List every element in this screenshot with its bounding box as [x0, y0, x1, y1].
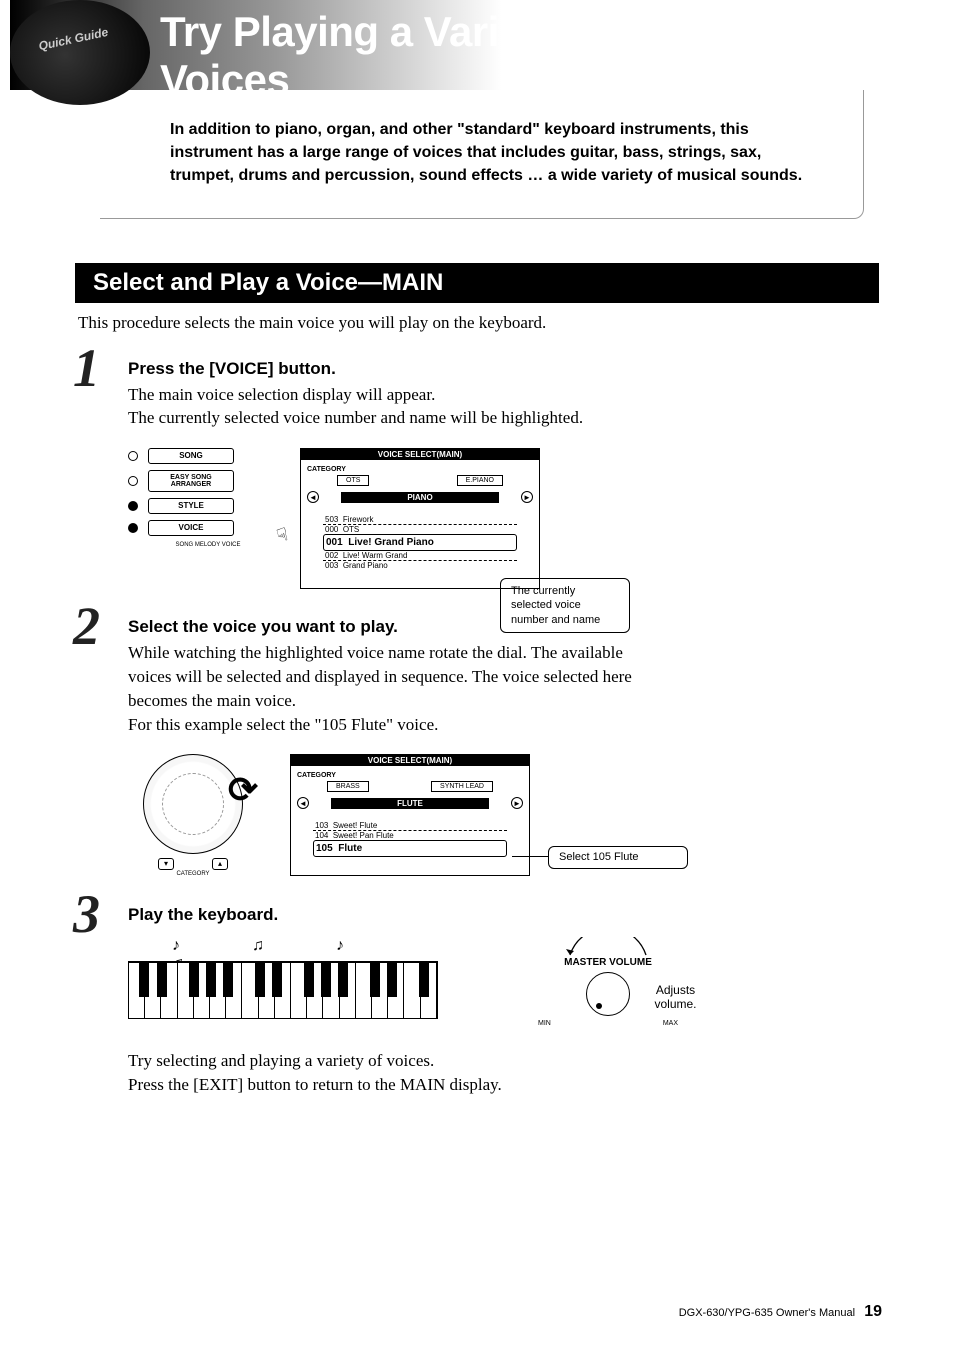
- step-title: Press the [VOICE] button.: [128, 359, 864, 379]
- step-number: 2: [73, 595, 100, 657]
- dial-down-button[interactable]: ▾: [158, 858, 174, 870]
- step-body: While watching the highlighted voice nam…: [128, 641, 668, 736]
- lcd-title: VOICE SELECT(MAIN): [291, 755, 529, 766]
- piano-keys-icon: [128, 961, 438, 1019]
- dial-caption: CATEGORY: [128, 871, 258, 877]
- lcd-screen-1: VOICE SELECT(MAIN) CATEGORY ◄ OTS E.PIAN…: [300, 448, 540, 589]
- logo-text: Quick Guide: [37, 25, 109, 53]
- volume-max: MAX: [663, 1020, 678, 1027]
- lcd-screen-2: VOICE SELECT(MAIN) CATEGORY ◄ BRASS SYNT…: [290, 754, 530, 876]
- callout-2: Select 105 Flute: [548, 846, 688, 868]
- category-label: CATEGORY: [297, 772, 523, 779]
- step-title: Play the keyboard.: [128, 905, 864, 925]
- list-item: 003 Grand Piano: [323, 561, 517, 570]
- list-item: 104 Sweet! Pan Flute: [313, 831, 507, 840]
- button-panel: SONG EASY SONG ARRANGER STYLE VOICE SONG…: [128, 448, 268, 548]
- volume-arc-icon: [558, 937, 658, 957]
- volume-min: MIN: [538, 1020, 551, 1027]
- volume-knob: MASTER VOLUME MIN MAX Adjusts volume.: [508, 937, 708, 1027]
- panel-style-button[interactable]: STYLE: [148, 498, 234, 514]
- diagram-step3: ♪ ♫ ♪ ♫ MASTER VOLUME MIN MAX: [128, 937, 954, 1027]
- led-icon: [128, 451, 138, 461]
- led-icon: [128, 476, 138, 486]
- led-icon: [128, 501, 138, 511]
- quickguide-logo: Quick Guide: [10, 0, 150, 105]
- step-1: 1 Press the [VOICE] button. The main voi…: [78, 359, 864, 431]
- step-title: Select the voice you want to play.: [128, 617, 864, 637]
- tab-right: E.PIANO: [457, 475, 503, 486]
- page-number: 19: [864, 1303, 882, 1320]
- step-body: The main voice selection display will ap…: [128, 383, 864, 431]
- music-notes-icon: ♪ ♫ ♪ ♫: [128, 937, 438, 961]
- list-item: 000 OTS: [323, 525, 517, 534]
- prev-category-icon[interactable]: ◄: [297, 797, 309, 809]
- step-2: 2 Select the voice you want to play. Whi…: [78, 617, 864, 736]
- tab-main: FLUTE: [331, 798, 489, 809]
- tab-left: BRASS: [327, 781, 369, 792]
- voice-list: 103 Sweet! Flute 104 Sweet! Pan Flute 10…: [313, 821, 507, 857]
- cursor-hand-icon: ☟: [275, 524, 291, 547]
- page-title: Try Playing a Variety of Instrument Voic…: [160, 8, 904, 104]
- list-item: 002 Live! Warm Grand: [323, 551, 517, 561]
- next-category-icon[interactable]: ►: [511, 797, 523, 809]
- tab-main: PIANO: [341, 492, 499, 503]
- volume-callout: Adjusts volume.: [643, 983, 708, 1011]
- led-icon: [128, 523, 138, 533]
- step-number: 3: [73, 883, 100, 945]
- dial-control: ⟳ ▾ ▴ CATEGORY: [128, 754, 258, 877]
- footer: DGX-630/YPG-635 Owner's Manual 19: [679, 1303, 882, 1321]
- prev-category-icon[interactable]: ◄: [307, 491, 319, 503]
- lcd-title: VOICE SELECT(MAIN): [301, 449, 539, 460]
- list-item-selected: 001 Live! Grand Piano: [323, 534, 517, 551]
- list-item: 503 Firework: [323, 515, 517, 525]
- tab-left: OTS: [337, 475, 369, 486]
- volume-label: MASTER VOLUME: [508, 957, 708, 968]
- section-heading: Select and Play a Voice—MAIN: [75, 263, 879, 303]
- tab-right: SYNTH LEAD: [431, 781, 493, 792]
- step-number: 1: [73, 337, 100, 399]
- category-label: CATEGORY: [307, 466, 533, 473]
- panel-caption: SONG MELODY VOICE: [148, 542, 268, 548]
- step-3: 3 Play the keyboard.: [78, 905, 864, 925]
- panel-song-button[interactable]: SONG: [148, 448, 234, 464]
- next-category-icon[interactable]: ►: [521, 491, 533, 503]
- list-item-selected: 105 Flute: [313, 840, 507, 857]
- intro-box: In addition to piano, organ, and other "…: [100, 90, 864, 219]
- footer-text: DGX-630/YPG-635 Owner's Manual: [679, 1307, 855, 1319]
- closing-text: Try selecting and playing a variety of v…: [128, 1049, 864, 1097]
- dial-rotate-icon: ⟳: [228, 769, 258, 811]
- voice-list: 503 Firework 000 OTS 001 Live! Grand Pia…: [323, 515, 517, 570]
- panel-easysong-button[interactable]: EASY SONG ARRANGER: [148, 470, 234, 492]
- section-intro: This procedure selects the main voice yo…: [78, 313, 864, 333]
- keyboard-illustration: ♪ ♫ ♪ ♫: [128, 937, 438, 1019]
- header-bar: Quick Guide Try Playing a Variety of Ins…: [10, 0, 904, 90]
- list-item: 103 Sweet! Flute: [313, 821, 507, 831]
- dial[interactable]: ⟳: [143, 754, 243, 854]
- diagram-step1: SONG EASY SONG ARRANGER STYLE VOICE SONG…: [128, 448, 954, 589]
- volume-dial[interactable]: [586, 972, 630, 1016]
- panel-voice-button[interactable]: VOICE: [148, 520, 234, 536]
- diagram-step2: ⟳ ▾ ▴ CATEGORY VOICE SELECT(MAIN) CATEGO…: [128, 754, 954, 877]
- dial-up-button[interactable]: ▴: [212, 858, 228, 870]
